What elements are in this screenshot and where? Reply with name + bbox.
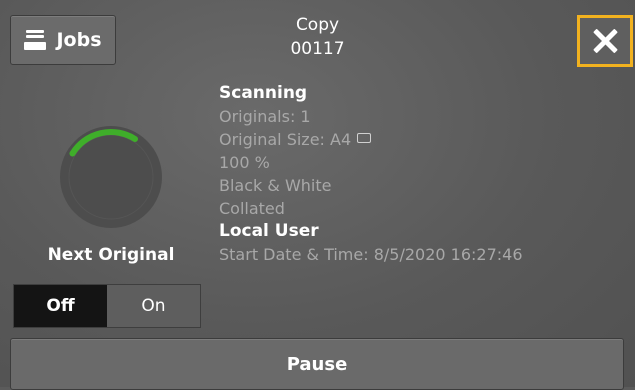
next-original-on-option[interactable]: On xyxy=(107,285,200,327)
collation-mode: Collated xyxy=(219,199,285,218)
next-original-label: Next Original xyxy=(47,245,175,265)
status-heading: Scanning xyxy=(219,83,308,103)
copy-job-screen: Jobs Copy 00117 Scanning Originals: 1 Or… xyxy=(0,0,635,390)
paper-orientation-icon xyxy=(357,133,372,143)
user-name: Local User xyxy=(219,221,319,241)
reduce-enlarge-value: 100 % xyxy=(219,153,270,172)
progress-dial xyxy=(60,126,162,228)
original-size: Original Size: A4 xyxy=(219,130,352,149)
close-button[interactable] xyxy=(577,15,633,67)
progress-dial-background xyxy=(60,126,162,228)
pause-button[interactable]: Pause xyxy=(10,338,624,390)
originals-count: Originals: 1 xyxy=(219,107,311,126)
job-status-info: Scanning Originals: 1 Original Size: A4 … xyxy=(219,82,523,266)
original-size-row: Original Size: A4 xyxy=(219,128,523,151)
job-type-title: Copy xyxy=(295,15,340,35)
close-icon xyxy=(592,28,618,54)
color-mode: Black & White xyxy=(219,176,332,195)
next-original-toggle: Off On xyxy=(13,284,201,328)
next-original-off-option[interactable]: Off xyxy=(14,285,107,327)
start-date-time: Start Date & Time: 8/5/2020 16:27:46 xyxy=(219,245,523,264)
job-number: 00117 xyxy=(290,39,345,59)
